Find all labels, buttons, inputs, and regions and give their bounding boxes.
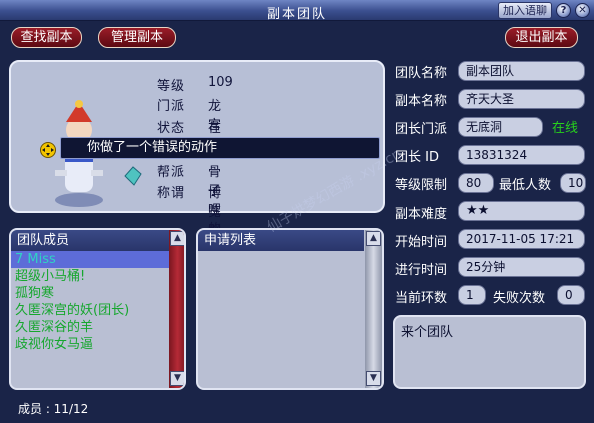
- member-count: 成员 : 11/12: [18, 402, 89, 416]
- level-limit-field: 80: [458, 173, 494, 193]
- level-limit-label: 等级限制: [395, 178, 448, 193]
- level-label: 等级: [157, 79, 186, 94]
- guild-label: 帮派: [157, 165, 186, 180]
- title-label: 称谓: [157, 186, 186, 201]
- help-icon[interactable]: ?: [556, 3, 571, 18]
- instance-name-label: 副本名称: [395, 94, 448, 109]
- leader-online-status: 在线: [552, 121, 579, 136]
- team-note: 来个团队: [393, 315, 586, 389]
- team-members-header: 团队成员: [11, 230, 171, 251]
- list-item[interactable]: 7 Miss: [11, 251, 171, 268]
- list-item[interactable]: 孤狗寒: [11, 285, 171, 302]
- crystal-icon: [124, 166, 142, 186]
- scroll-up-icon[interactable]: ▲: [170, 231, 184, 246]
- current-round-label: 当前环数: [395, 291, 448, 306]
- find-instance-button[interactable]: 查找副本: [11, 27, 82, 48]
- start-time-field: 2017-11-05 17:21: [458, 229, 585, 249]
- difficulty-stars: ★★: [458, 201, 585, 221]
- team-name-field: 副本团队: [458, 61, 585, 81]
- school-label: 门派: [157, 99, 186, 114]
- scroll-up-icon[interactable]: ▲: [366, 231, 381, 246]
- scroll-down-icon[interactable]: ▼: [366, 371, 381, 386]
- team-members-list: 团队成员 7 Miss 超级小马桶! 孤狗寒 久匿深宫的妖(团长) 久匿深谷的羊…: [9, 228, 186, 390]
- current-round-field: 1: [458, 285, 486, 305]
- join-voice-chat-button[interactable]: 加入语聊: [498, 2, 552, 19]
- list-item[interactable]: 久匿深宫的妖(团长): [11, 302, 171, 319]
- level-value: 109: [208, 75, 233, 90]
- error-tooltip: 你做了一个错误的动作: [60, 137, 380, 159]
- instance-name-field: 齐天大圣: [458, 89, 585, 109]
- elapsed-time-label: 进行时间: [395, 263, 448, 278]
- min-people-field: 10: [560, 173, 586, 193]
- application-list-header: 申请列表: [198, 230, 364, 251]
- members-scrollbar[interactable]: ▲ ▼: [169, 230, 184, 388]
- fail-count-field: 0: [557, 285, 585, 305]
- elapsed-time-field: 25分钟: [458, 257, 585, 277]
- manage-instance-button[interactable]: 管理副本: [98, 27, 176, 48]
- fail-count-label: 失败次数: [493, 291, 546, 306]
- leader-school-field: 无底洞: [458, 117, 543, 137]
- list-item[interactable]: 久匿深谷的羊: [11, 319, 171, 336]
- close-icon[interactable]: ✕: [575, 3, 590, 18]
- application-scrollbar[interactable]: ▲ ▼: [365, 230, 382, 388]
- scroll-down-icon[interactable]: ▼: [170, 371, 184, 386]
- exit-instance-button[interactable]: 退出副本: [505, 27, 578, 48]
- application-list: 申请列表 ▲ ▼: [196, 228, 384, 390]
- list-item[interactable]: 歧视你女马逼: [11, 336, 171, 353]
- leader-id-field: 13831324: [458, 145, 585, 165]
- title-bar: 副本团队 加入语聊 ? ✕: [0, 0, 594, 22]
- min-people-label: 最低人数: [499, 178, 552, 193]
- status-label: 状态: [157, 121, 186, 136]
- difficulty-label: 副本难度: [395, 207, 448, 222]
- move-icon: [40, 142, 56, 158]
- team-name-label: 团队名称: [395, 66, 448, 81]
- list-item[interactable]: 超级小马桶!: [11, 268, 171, 285]
- leader-school-label: 团长门派: [395, 122, 448, 137]
- start-time-label: 开始时间: [395, 235, 448, 250]
